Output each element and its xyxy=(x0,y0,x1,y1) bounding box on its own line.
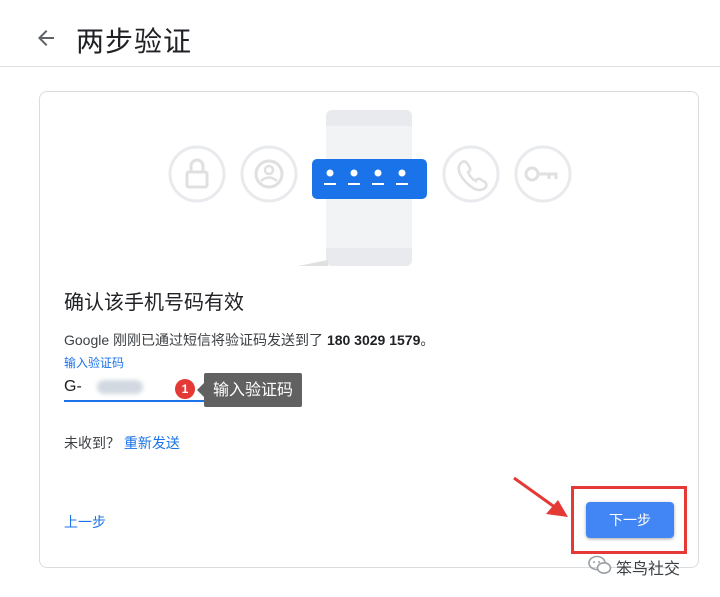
resend-row: 未收到？ 重新发送 xyxy=(64,433,180,453)
phone-verification-illustration xyxy=(168,110,572,266)
account-icon xyxy=(240,145,298,203)
annotation-tooltip: 输入验证码 xyxy=(204,373,302,407)
tooltip-arrow xyxy=(197,383,204,397)
description-suffix: 。 xyxy=(420,332,435,348)
annotation-arrow-icon xyxy=(513,476,568,517)
lock-icon xyxy=(168,145,226,203)
description-prefix: Google 刚刚已通过短信将验证码发送到了 xyxy=(64,332,327,348)
sms-description: Google 刚刚已通过短信将验证码发送到了 180 3029 1579。 xyxy=(64,330,434,350)
wechat-icon xyxy=(588,555,612,574)
section-heading: 确认该手机号码有效 xyxy=(64,290,244,314)
watermark-text: 笨鸟社交 xyxy=(616,559,681,578)
phone-icon xyxy=(442,145,500,203)
key-icon xyxy=(514,145,572,203)
back-arrow-icon[interactable] xyxy=(34,26,58,50)
step-badge: 1 xyxy=(175,379,195,399)
next-button-highlight xyxy=(571,486,687,554)
code-bubble-illustration xyxy=(312,159,427,199)
resend-prompt: 未收到？ xyxy=(64,435,120,451)
previous-step-link[interactable]: 上一步 xyxy=(64,512,106,532)
resend-link[interactable]: 重新发送 xyxy=(124,435,180,451)
phone-number: 180 3029 1579 xyxy=(326,332,421,348)
redacted-code xyxy=(97,380,143,394)
page-title: 两步验证 xyxy=(76,25,193,58)
top-bar: 两步验证 xyxy=(0,0,720,67)
code-field-label: 输入验证码 xyxy=(64,356,125,370)
